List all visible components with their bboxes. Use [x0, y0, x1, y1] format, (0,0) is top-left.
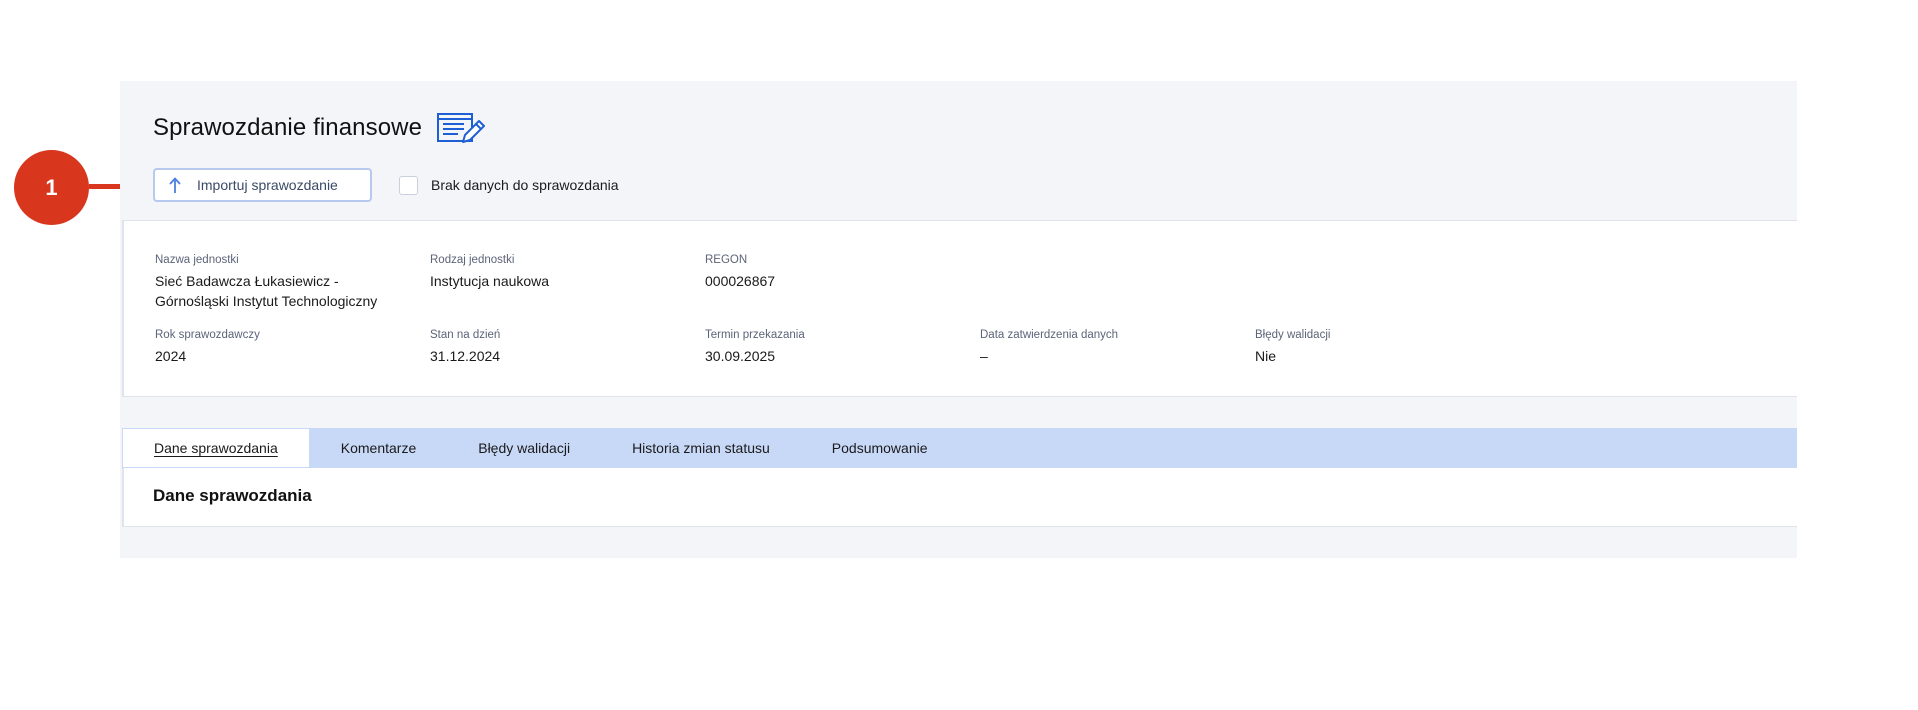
field-label: Stan na dzień: [430, 329, 501, 341]
field-value: 31.12.2024: [430, 348, 501, 364]
field-value: 000026867: [705, 273, 776, 289]
import-report-button[interactable]: Importuj sprawozdanie: [153, 168, 372, 202]
no-data-checkbox[interactable]: [399, 175, 418, 195]
field-label: REGON: [705, 254, 748, 266]
tab-comments[interactable]: Komentarze: [310, 428, 447, 468]
tab-status-history[interactable]: Historia zmian statusu: [601, 428, 801, 468]
annotation-number: 1: [45, 174, 58, 200]
page-header: Sprawozdanie finansowe: [153, 111, 486, 145]
field-value: 30.09.2025: [705, 348, 776, 364]
annotation-callout: 1: [14, 150, 89, 225]
actions-row: Importuj sprawozdanie Brak danych do spr…: [153, 168, 619, 202]
document-edit-icon: [436, 111, 486, 145]
unit-name-line-1: Sieć Badawcza Łukasiewicz -: [155, 273, 339, 289]
field-label: Data zatwierdzenia danych: [980, 329, 1119, 341]
field-label: Błędy walidacji: [1255, 329, 1331, 341]
field-label: Rodzaj jednostki: [430, 254, 515, 266]
arrow-up-icon: [167, 176, 183, 194]
field-value: Nie: [1255, 348, 1277, 364]
field-approval-date: Data zatwierdzenia danych –: [980, 328, 1230, 366]
field-unit-type: Rodzaj jednostki Instytucja naukowa: [430, 253, 680, 291]
no-data-label: Brak danych do sprawozdania: [431, 177, 619, 193]
tabs-bar: Dane sprawozdania Komentarze Błędy walid…: [122, 428, 1797, 468]
field-value: Instytucja naukowa: [430, 273, 550, 289]
unit-name-line-2: Górnośląski Instytut Technologiczny: [155, 293, 378, 309]
field-value: Sieć Badawcza Łukasiewicz - Górnośląski …: [155, 271, 405, 311]
tab-panel-report-data: Dane sprawozdania: [122, 468, 1797, 527]
field-unit-name: Nazwa jednostki Sieć Badawcza Łukasiewic…: [155, 253, 405, 311]
field-reporting-year: Rok sprawozdawczy 2024: [155, 328, 405, 366]
tab-report-data[interactable]: Dane sprawozdania: [122, 428, 310, 468]
field-validation-errors: Błędy walidacji Nie: [1255, 328, 1505, 366]
import-report-label: Importuj sprawozdanie: [197, 177, 338, 193]
field-value: 2024: [155, 348, 187, 364]
field-label: Termin przekazania: [705, 329, 805, 341]
section-title: Dane sprawozdania: [153, 486, 312, 505]
no-data-checkbox-row[interactable]: Brak danych do sprawozdania: [399, 175, 619, 195]
field-label: Nazwa jednostki: [155, 254, 239, 266]
page-title: Sprawozdanie finansowe: [153, 114, 423, 141]
field-value: –: [980, 348, 988, 364]
field-label: Rok sprawozdawczy: [155, 329, 260, 341]
tab-validation-errors[interactable]: Błędy walidacji: [447, 428, 601, 468]
report-info-card: Nazwa jednostki Sieć Badawcza Łukasiewic…: [122, 220, 1797, 397]
tab-summary[interactable]: Podsumowanie: [801, 428, 959, 468]
field-regon: REGON 000026867: [705, 253, 955, 291]
field-submission-deadline: Termin przekazania 30.09.2025: [705, 328, 955, 366]
report-panel: Sprawozdanie finansowe Importuj sprawozd…: [120, 81, 1797, 558]
field-as-of-date: Stan na dzień 31.12.2024: [430, 328, 680, 366]
